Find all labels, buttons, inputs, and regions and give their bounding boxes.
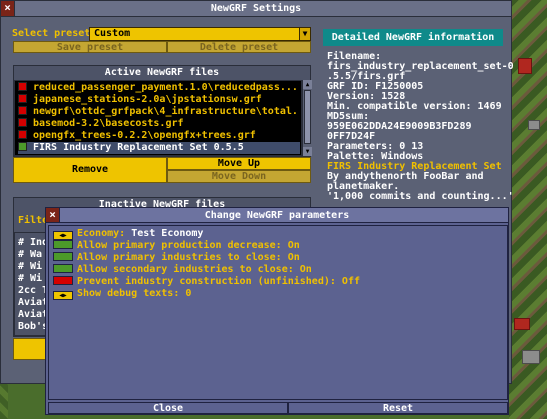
info-panel-title: Detailed NewGRF information — [323, 29, 503, 46]
list-item[interactable]: # Wa — [18, 249, 42, 260]
list-item-label: japanese_stations-2.0a\jpstationsw.grf — [33, 94, 262, 105]
param-value: Off — [341, 276, 360, 287]
move-down-button[interactable]: Move Down — [167, 170, 311, 183]
remove-button[interactable]: Remove — [13, 157, 167, 183]
list-item[interactable]: # Wi — [18, 261, 42, 272]
list-item-label: newgrf\ottdc_grfpack\4_infrastructure\to… — [33, 106, 300, 117]
red-flag-icon — [18, 94, 27, 103]
list-item[interactable]: newgrf\ottdc_grfpack\4_infrastructure\to… — [18, 106, 300, 118]
list-item[interactable]: # Ind — [18, 237, 48, 248]
param-value: 0 — [185, 288, 192, 299]
active-files-panel: Active NewGRF files reduced_passenger_pa… — [13, 65, 312, 157]
param-name: Allow primary industries to close: — [77, 252, 282, 263]
game-building — [528, 120, 540, 130]
game-building — [514, 318, 530, 330]
param-value: On — [287, 252, 300, 263]
red-flag-icon — [18, 82, 27, 91]
param-value: Test Economy — [131, 228, 204, 239]
preset-label: Select preset: — [12, 28, 97, 39]
param-row[interactable]: Allow secondary industries to close: On — [53, 264, 312, 275]
info-line: '1,000 commits and counting...' — [327, 191, 514, 202]
chevron-down-icon[interactable]: ▼ — [299, 28, 310, 40]
red-flag-icon — [18, 118, 27, 127]
toggle-on-icon[interactable] — [53, 240, 73, 249]
list-item[interactable]: opengfx_trees-0.2.2\opengfx+trees.grf — [18, 130, 300, 142]
list-item[interactable]: 2cc T — [18, 285, 48, 296]
toggle-on-icon[interactable] — [53, 264, 73, 273]
param-row[interactable]: ◀▶ Economy: Test Economy — [53, 228, 204, 240]
params-window: Change NewGRF parameters × ◀▶ Economy: Te… — [45, 207, 509, 415]
active-files-list[interactable]: reduced_passenger_payment.1.0\reducedpas… — [14, 80, 302, 156]
params-titlebar[interactable]: Change NewGRF parameters — [46, 208, 508, 223]
save-preset-button[interactable]: Save preset — [13, 41, 167, 53]
list-item-label: FIRS Industry Replacement Set 0.5.5 — [33, 142, 244, 153]
game-building — [518, 58, 532, 74]
preset-dropdown[interactable]: Custom ▼ — [89, 27, 311, 41]
arrows-icon[interactable]: ◀▶ — [53, 231, 73, 240]
close-button[interactable]: Close — [48, 402, 288, 414]
param-row[interactable]: ◀▶ Show debug texts: 0 — [53, 288, 192, 300]
toggle-off-icon[interactable] — [53, 276, 73, 285]
preset-value: Custom — [94, 28, 131, 39]
list-item[interactable]: Bob's — [18, 321, 48, 332]
param-row[interactable]: Allow primary industries to close: On — [53, 252, 300, 263]
green-flag-icon — [18, 142, 27, 151]
params-list[interactable]: ◀▶ Economy: Test Economy Allow primary pr… — [48, 225, 508, 400]
list-item-label: opengfx_trees-0.2.2\opengfx+trees.grf — [33, 130, 256, 141]
reset-button[interactable]: Reset — [288, 402, 508, 414]
param-row[interactable]: Allow primary production decrease: On — [53, 240, 300, 251]
list-item-label: reduced_passenger_payment.1.0\reducedpas… — [33, 82, 298, 93]
list-item[interactable]: Aviat — [18, 297, 48, 308]
scrollbar-thumb[interactable] — [304, 90, 311, 144]
red-flag-icon — [18, 130, 27, 139]
param-name: Allow primary production decrease: — [77, 240, 282, 251]
active-files-title: Active NewGRF files — [104, 67, 220, 78]
delete-preset-button[interactable]: Delete preset — [167, 41, 311, 53]
list-item[interactable]: Aviat — [18, 309, 48, 320]
window-titlebar[interactable]: NewGRF Settings — [1, 1, 511, 17]
toggle-on-icon[interactable] — [53, 252, 73, 261]
param-value: On — [299, 264, 312, 275]
window-title: NewGRF Settings — [210, 3, 302, 14]
list-item-selected[interactable]: FIRS Industry Replacement Set 0.5.5 — [18, 142, 300, 154]
param-name: Allow secondary industries to close: — [77, 264, 294, 275]
game-building — [522, 350, 540, 364]
move-up-button[interactable]: Move Up — [167, 157, 311, 170]
param-value: On — [287, 240, 300, 251]
list-item-label: basemod-3.2\basecosts.grf — [33, 118, 184, 129]
close-icon[interactable]: × — [1, 1, 15, 16]
list-item[interactable]: reduced_passenger_payment.1.0\reducedpas… — [18, 82, 300, 94]
red-flag-icon — [18, 106, 27, 115]
list-item[interactable]: japanese_stations-2.0a\jpstationsw.grf — [18, 94, 300, 106]
param-row[interactable]: Prevent industry construction (unfinishe… — [53, 276, 360, 287]
param-name: Economy: — [77, 228, 126, 239]
arrows-icon[interactable]: ◀▶ — [53, 291, 73, 300]
list-item[interactable]: basemod-3.2\basecosts.grf — [18, 118, 300, 130]
param-name: Show debug texts: — [77, 288, 180, 299]
active-list-scrollbar[interactable]: ▲ ▼ — [302, 80, 312, 156]
close-icon[interactable]: × — [46, 208, 60, 222]
params-title: Change NewGRF parameters — [204, 210, 350, 221]
list-item[interactable]: # Wi — [18, 273, 42, 284]
param-name: Prevent industry construction (unfinishe… — [77, 276, 336, 287]
scroll-down-icon[interactable]: ▼ — [303, 147, 312, 156]
scroll-up-icon[interactable]: ▲ — [303, 80, 312, 89]
